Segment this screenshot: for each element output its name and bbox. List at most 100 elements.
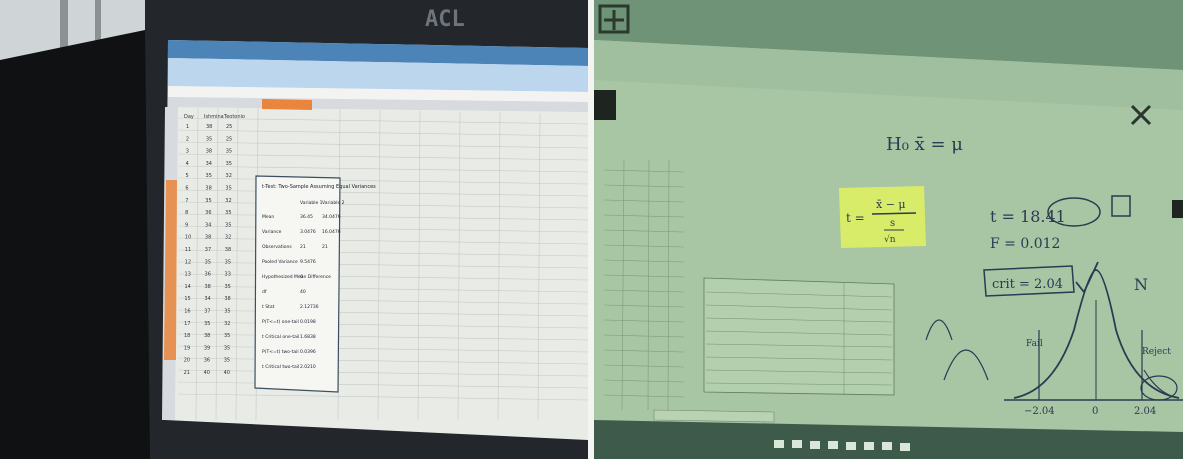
monitor-scene: ACL Day Ishmina Teotonio 1 38 252 35 253… (0, 0, 588, 459)
cell-col_a[interactable]: 21 (184, 370, 190, 376)
cell-col_a[interactable]: 5 (186, 173, 189, 179)
cell-col_b[interactable]: 35 (206, 136, 212, 142)
cell-col_a[interactable]: 2 (186, 136, 189, 142)
cell-col_a[interactable]: 17 (184, 321, 190, 327)
cell-col_b[interactable]: 35 (205, 198, 211, 204)
formula-root-n: √n (884, 234, 896, 245)
right-photo-projection: t = x̄ − μ s √n H₀ x̄ = μ t = 18.41 F = … (594, 0, 1183, 459)
cell-col_a[interactable]: 20 (184, 358, 190, 364)
cell-col_b[interactable]: 35 (205, 259, 211, 265)
cell-col_c[interactable]: 33 (225, 272, 231, 278)
cell-col_b[interactable]: 36 (204, 358, 210, 364)
ttest-row-value: 21 (300, 244, 306, 250)
cell-col_c[interactable]: 35 (224, 309, 230, 315)
ttest-row-label: t Critical one-tail (262, 334, 299, 340)
sheet-tabs[interactable] (653, 409, 775, 423)
cell-col_b[interactable]: 38 (204, 284, 210, 290)
cell-col_b[interactable]: 35 (204, 321, 210, 327)
cell-col_c[interactable]: 32 (224, 321, 230, 327)
cell-col_c[interactable]: 38 (225, 247, 231, 253)
selected-column-header (262, 99, 312, 110)
cell-col_b[interactable]: 35 (206, 173, 212, 179)
ttest-row-value: 36.45 (300, 214, 313, 220)
ttest-row-value: 2.0210 (300, 364, 316, 370)
projector-clip (594, 90, 616, 120)
col-header-day: Day (184, 114, 194, 120)
ttest-row-value: 0.0396 (300, 349, 316, 355)
cell-col_b[interactable]: 38 (205, 186, 211, 192)
cell-col_b[interactable]: 37 (205, 247, 211, 253)
projected-ttest-table (703, 277, 895, 396)
cell-col_c[interactable]: 32 (225, 198, 231, 204)
cell-col_c[interactable]: 35 (224, 345, 230, 351)
cell-col_a[interactable]: 8 (185, 210, 188, 216)
cell-col_b[interactable]: 38 (206, 149, 212, 155)
cell-col_a[interactable]: 3 (186, 149, 189, 155)
cell-col_a[interactable]: 7 (185, 198, 188, 204)
hypothesis-text: H₀ x̄ = μ (886, 134, 963, 155)
cell-col_c[interactable]: 35 (225, 186, 231, 192)
cell-col_a[interactable]: 4 (186, 161, 189, 167)
crit-value-text: crit = 2.04 (992, 277, 1063, 292)
cell-col_b[interactable]: 39 (204, 345, 210, 351)
cell-col_c[interactable]: 35 (225, 222, 231, 228)
cell-col_c[interactable]: 32 (226, 173, 232, 179)
ttest-row-value: 0 (300, 274, 303, 280)
cell-col_a[interactable]: 12 (185, 259, 191, 265)
cell-col_a[interactable]: 15 (184, 296, 190, 302)
ttest-row-value: 9.5476 (300, 259, 316, 265)
cell-col_a[interactable]: 19 (184, 345, 190, 351)
cell-col_c[interactable]: 35 (224, 284, 230, 290)
selected-row-headers (164, 180, 177, 360)
cell-col_a[interactable]: 13 (185, 272, 191, 278)
ttest-row-label: Observations (262, 244, 292, 250)
cell-col_a[interactable]: 14 (184, 284, 190, 290)
ttest-row-label: Hypothesized Mean Difference (262, 274, 331, 280)
col-header-teotonio: Teotonio (223, 114, 245, 120)
zero-label: 0 (1092, 406, 1098, 417)
fail-label: Fail (1026, 339, 1043, 349)
ttest-row-value: 34.0476 (322, 214, 341, 220)
left-photo-monitor: ACL Day Ishmina Teotonio 1 38 25 2 35 25… (0, 0, 588, 459)
cell-col_a[interactable]: 11 (185, 247, 191, 253)
ttest-row-value: 2.12736 (300, 304, 319, 310)
cell-col_a[interactable]: 9 (185, 222, 188, 228)
cell-col_b[interactable]: 38 (205, 235, 211, 241)
formula-numerator: x̄ − μ (876, 198, 906, 211)
cell-col_a[interactable]: 10 (185, 235, 191, 241)
cell-col_b[interactable]: 36 (205, 210, 211, 216)
cell-col_c[interactable]: 35 (224, 358, 230, 364)
ttest-row-label: df (262, 289, 267, 295)
cell-col_b[interactable]: 36 (205, 272, 211, 278)
projection-scene: t = x̄ − μ s √n H₀ x̄ = μ t = 18.41 F = … (594, 0, 1183, 459)
ttest-row-value: 3.0476 (300, 229, 316, 235)
cell-col_a[interactable]: 16 (184, 309, 190, 315)
svg-text:t =: t = (846, 211, 865, 225)
cell-col_c[interactable]: 32 (225, 235, 231, 241)
ttest-row-label: Variance (262, 229, 282, 235)
cell-col_a[interactable]: 6 (185, 186, 188, 192)
cell-col_a[interactable]: 18 (184, 333, 190, 339)
cell-col_b[interactable]: 34 (205, 222, 211, 228)
ttest-header-var2: Variable 2 (322, 200, 345, 206)
cell-col_c[interactable]: 40 (224, 370, 230, 376)
cell-col_c[interactable]: 35 (226, 161, 232, 167)
n-label: N (1134, 275, 1148, 294)
ttest-row-value: 0.0198 (300, 319, 316, 325)
cell-col_b[interactable]: 37 (204, 309, 210, 315)
t-value-text: t = 18.41 (990, 207, 1066, 226)
right-tail-value: 2.04 (1134, 406, 1156, 417)
cell-col_b[interactable]: 38 (206, 124, 212, 130)
cell-col_c[interactable]: 35 (225, 259, 231, 265)
cell-col_b[interactable]: 34 (206, 161, 212, 167)
cell-col_c[interactable]: 35 (226, 149, 232, 155)
cell-col_a[interactable]: 1 (186, 124, 189, 130)
cell-col_c[interactable]: 35 (225, 210, 231, 216)
cell-col_b[interactable]: 40 (204, 370, 210, 376)
cell-col_c[interactable]: 38 (224, 296, 230, 302)
cell-col_b[interactable]: 38 (204, 333, 210, 339)
cell-col_c[interactable]: 25 (226, 124, 232, 130)
cell-col_b[interactable]: 34 (204, 296, 210, 302)
cell-col_c[interactable]: 35 (224, 333, 230, 339)
cell-col_c[interactable]: 25 (226, 136, 232, 142)
